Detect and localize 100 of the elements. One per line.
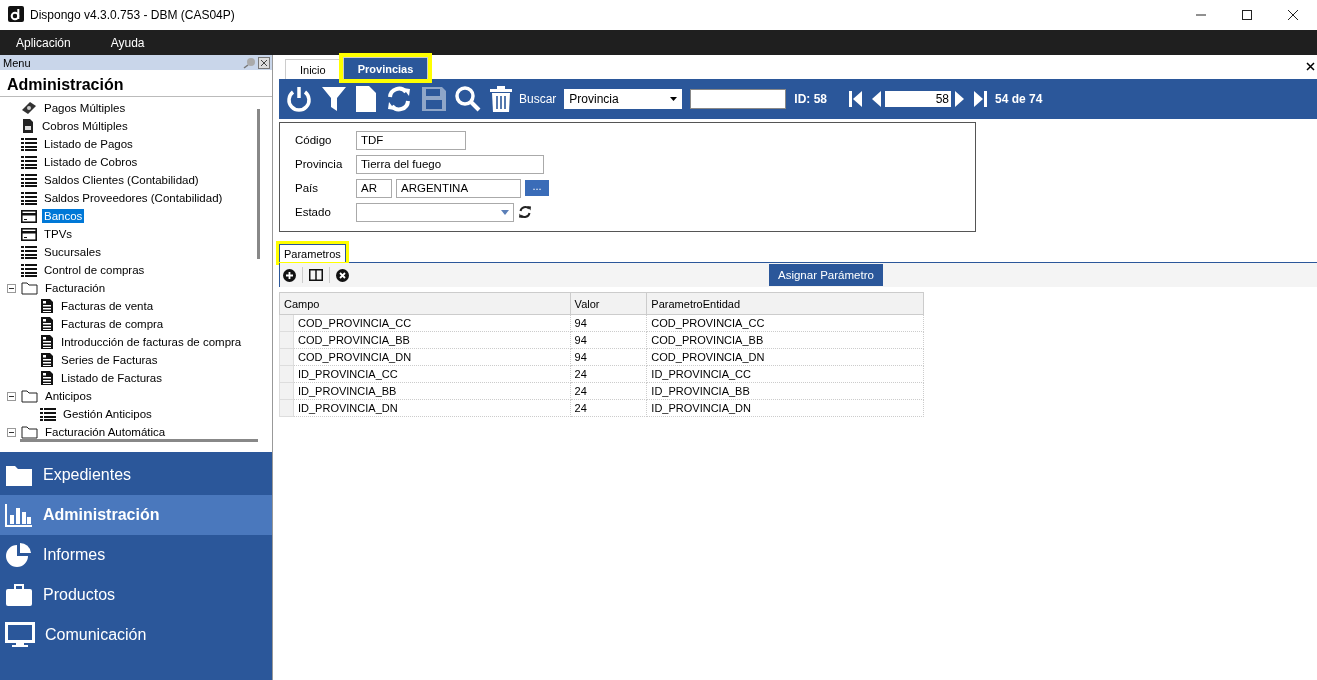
folder-icon [21,281,38,295]
columns-icon[interactable] [309,269,323,281]
panel-title: Menu [3,56,31,69]
new-document-icon[interactable] [355,85,377,113]
tree-item[interactable]: Saldos Proveedores (Contabilidad) [42,191,225,205]
document-icon [21,118,35,134]
nav-item[interactable]: Productos [0,575,272,615]
table-cell: ID_PROVINCIA_BB [646,382,924,400]
previous-icon[interactable] [871,91,882,107]
menu-item[interactable]: Aplicación [16,35,71,50]
tree-item[interactable]: TPVs [42,227,75,241]
scrollbar-thumb[interactable] [257,109,260,259]
search-field-dropdown[interactable]: Provincia [564,89,683,109]
invoice-icon [40,370,54,386]
bar-chart-icon [5,503,33,527]
text-field[interactable]: TDF [356,130,466,150]
assign-parameter-button[interactable]: Asignar Parámetro [769,264,883,286]
browse-button[interactable]: ... [525,180,549,196]
tree-item[interactable]: Cobros Múltiples [40,119,130,133]
tree-item[interactable]: Saldos Clientes (Contabilidad) [42,173,201,187]
table-cell: 94 [570,331,647,349]
tree-item[interactable]: Bancos [42,209,85,223]
table-cell: ID_PROVINCIA_DN [646,399,924,417]
collapse-icon[interactable] [7,427,16,437]
dropdown-field[interactable] [356,202,514,222]
table-cell: 24 [570,365,647,383]
field-label: Código [295,134,333,146]
invoice-icon [40,334,54,350]
text-field[interactable]: ARGENTINA [396,178,521,198]
table-cell: 24 [570,382,647,400]
tree-item[interactable]: Listado de Facturas [59,371,164,385]
tree-item[interactable]: Facturación [43,281,108,295]
save-icon[interactable] [421,85,447,113]
record-id: ID: 58 [794,92,828,106]
table-cell: ID_PROVINCIA_CC [293,365,571,383]
invoice-icon [40,298,54,314]
first-record-icon[interactable] [849,91,864,107]
tree-item[interactable]: Series de Facturas [59,353,160,367]
refresh-icon[interactable] [518,205,532,219]
close-icon[interactable] [258,56,270,69]
tree-item[interactable]: Sucursales [42,245,103,259]
section-heading: Administración [6,75,125,95]
menu-item[interactable]: Ayuda [110,35,145,50]
power-icon[interactable] [285,85,313,113]
close-icon[interactable] [1287,9,1299,21]
scrollbar-thumb[interactable] [20,439,258,442]
nav-item[interactable]: Comunicación [0,615,272,655]
add-icon[interactable] [283,268,296,282]
list-icon [21,155,37,169]
monitor-icon [5,622,35,648]
tree-item[interactable]: Control de compras [42,263,147,277]
close-icon[interactable] [1306,62,1315,71]
pie-chart-icon [5,542,33,568]
tab[interactable]: Inicio [285,59,341,79]
invoice-icon [40,316,54,332]
search-icon[interactable] [455,85,481,113]
tree-item[interactable]: Introducción de facturas de compra [59,335,244,349]
next-icon[interactable] [955,91,966,107]
column-header[interactable]: Valor [570,292,647,315]
table-cell: COD_PROVINCIA_DN [646,348,924,366]
list-icon [21,245,37,259]
nav-item[interactable]: Expedientes [0,455,272,495]
last-record-icon[interactable] [973,91,988,107]
tree-item[interactable]: Listado de Cobros [42,155,140,169]
card-icon [21,209,37,223]
folder-icon [21,389,38,403]
filter-icon[interactable] [321,85,347,113]
tree-item[interactable]: Anticipos [43,389,94,403]
tree-item[interactable]: Facturas de compra [59,317,166,331]
code-field[interactable]: AR [356,178,392,198]
collapse-icon[interactable] [7,283,16,293]
column-header[interactable]: ParametroEntidad [646,292,924,315]
collapse-icon[interactable] [7,391,16,401]
remove-icon[interactable] [336,268,349,282]
tree-item[interactable]: Pagos Múltiples [42,101,128,115]
list-icon [21,263,37,277]
record-number-field[interactable]: 58 [885,91,952,107]
table-cell: 94 [570,314,647,332]
tree-item[interactable]: Facturación Automática [43,425,168,439]
field-label: Provincia [295,158,344,170]
nav-item[interactable]: Informes [0,535,272,575]
nav-item[interactable]: Administración [0,495,272,535]
column-header[interactable]: Campo [279,292,571,315]
caret-icon [501,209,509,215]
list-icon [21,173,37,187]
tree-item[interactable]: Facturas de venta [59,299,156,313]
caret-icon [670,97,678,101]
text-field[interactable]: Tierra del fuego [356,154,544,174]
maximize-icon[interactable] [1241,9,1253,21]
search-input[interactable] [690,89,787,109]
refresh-icon[interactable] [385,85,413,113]
table-cell: COD_PROVINCIA_CC [646,314,924,332]
tab[interactable]: Parametros [279,244,346,262]
trash-icon[interactable] [489,85,513,113]
table-cell: COD_PROVINCIA_DN [293,348,571,366]
table-cell: ID_PROVINCIA_BB [293,382,571,400]
tree-item[interactable]: Gestión Anticipos [61,407,154,421]
tree-item[interactable]: Listado de Pagos [42,137,135,151]
window-title: Dispongo v4.3.0.753 - DBM (CAS04P) [30,8,235,22]
table-cell: COD_PROVINCIA_CC [293,314,571,332]
